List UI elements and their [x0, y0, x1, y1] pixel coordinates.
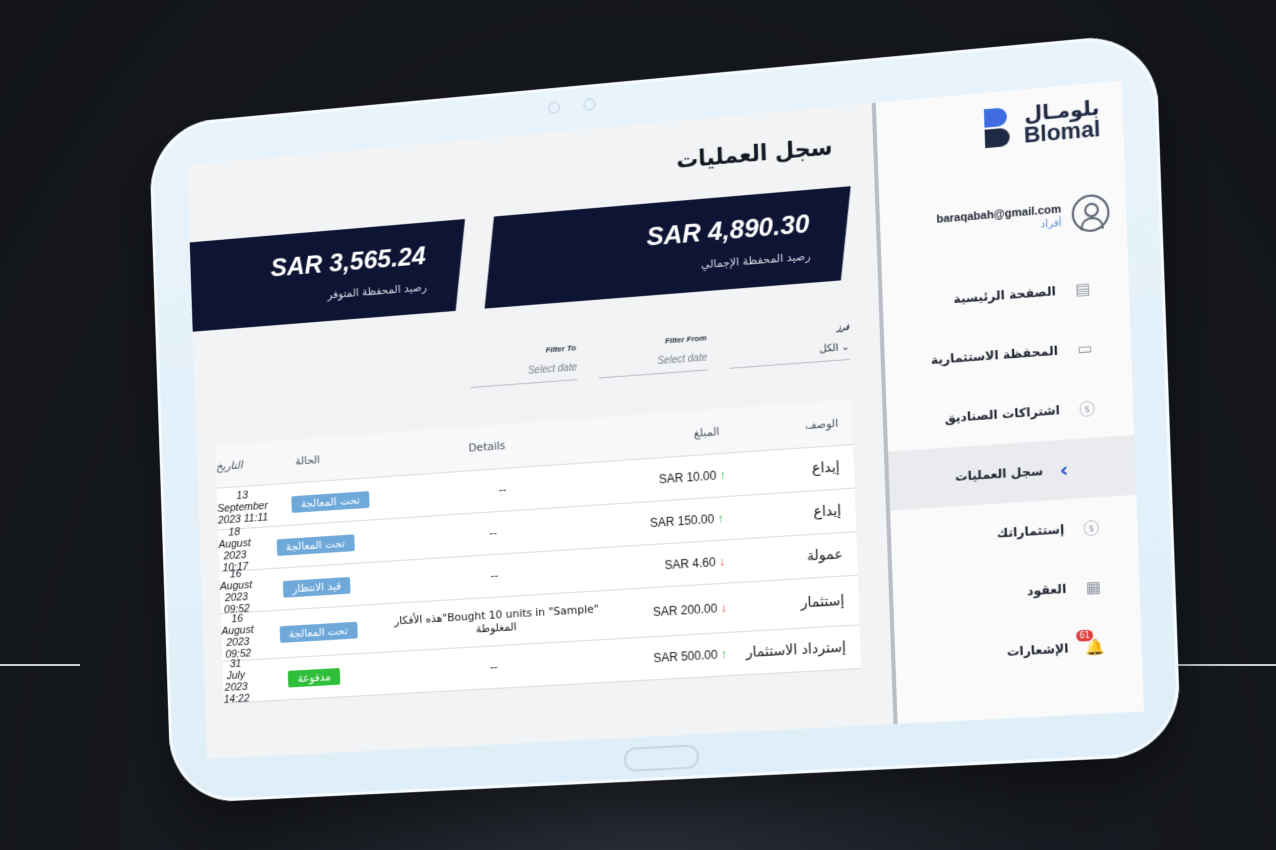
- sidebar-item-label: الإشعارات: [1007, 641, 1069, 659]
- sidebar-item-label: سجل العمليات: [955, 464, 1043, 484]
- chevron-left-icon: ‹: [1059, 457, 1068, 482]
- row-amount: SAR 4.60 ↓: [609, 555, 726, 576]
- arrow-down-icon: ↓: [720, 601, 726, 615]
- wallet-icon: ▭: [1074, 339, 1096, 359]
- row-details: --: [380, 519, 608, 547]
- total-balance-value: SAR 4,890.30: [646, 208, 810, 253]
- arrow-down-icon: ↓: [719, 555, 725, 569]
- filter-from-input[interactable]: Select date: [598, 352, 707, 371]
- sidebar-item-label: الصفحة الرئيسية: [953, 284, 1056, 306]
- dollar-icon: ⓢ: [1076, 397, 1098, 420]
- row-date: 16 August 2023 09:52: [219, 567, 253, 616]
- sidebar-nav: الصفحة الرئيسية ▤ المحفظة الاستثمارية ▭ …: [882, 256, 1143, 688]
- brand-logo[interactable]: بلومـال Blomal: [983, 97, 1100, 150]
- status-badge: مدفوعة: [288, 667, 341, 687]
- header-desc: الوصف: [719, 415, 853, 437]
- row-details: --: [393, 476, 613, 504]
- avatar: [1071, 193, 1110, 233]
- chevron-down-icon: ⌄: [838, 342, 850, 354]
- available-balance-label: رصيد المحفظة المتوفر: [271, 281, 427, 306]
- notification-count-badge: 61: [1076, 630, 1093, 642]
- row-desc: إسترداد الاستثمار: [727, 639, 861, 663]
- home-button[interactable]: [623, 744, 699, 772]
- arrow-up-icon: ↑: [721, 647, 727, 661]
- filters-bar: Filter To Select date Filter From Select…: [469, 322, 850, 388]
- bell-icon: 🔔 61: [1085, 637, 1107, 657]
- page-title: سجل العمليات: [676, 135, 833, 174]
- row-details: "Bought 10 units in "Sample"هذه الأفكار …: [383, 601, 611, 641]
- row-desc: إيداع: [723, 502, 856, 527]
- status-badge: تحت المعالجة: [291, 491, 370, 513]
- row-amount: SAR 150.00 ↑: [607, 511, 724, 533]
- main-content: سجل العمليات SAR 4,890.30 رصيد المحفظة ا…: [187, 103, 893, 759]
- row-desc: إستثمار: [726, 592, 859, 616]
- sidebar-item-label: إستثماراتك: [997, 522, 1065, 541]
- sort-label: فرز: [728, 322, 849, 340]
- document-icon: ▦: [1083, 577, 1105, 597]
- dollar-icon: ⓢ: [1080, 516, 1102, 539]
- sidebar-item-label: اشتراكات الصناديق: [945, 403, 1061, 425]
- home-icon: ▤: [1072, 279, 1094, 299]
- sidebar-item-notifications[interactable]: الإشعارات 🔔 61: [894, 614, 1142, 687]
- row-date: 31 July 2023 14:22: [222, 658, 249, 706]
- row-amount: SAR 10.00 ↑: [613, 468, 726, 490]
- status-badge: تحت المعالجة: [279, 621, 357, 642]
- camera-icon: [548, 101, 560, 114]
- available-balance-value: SAR 3,565.24: [270, 240, 426, 283]
- sort-dropdown[interactable]: فرز الكل ⌄: [728, 322, 850, 368]
- sort-value: الكل: [819, 342, 839, 355]
- header-date: التاريخ: [216, 458, 243, 473]
- status-badge: قيد الانتظار: [283, 576, 351, 597]
- header-status: الحالة: [242, 449, 373, 471]
- row-date: 13 September 2023 11:11: [217, 488, 269, 526]
- row-amount: SAR 200.00 ↓: [610, 601, 727, 622]
- user-profile[interactable]: baraqabah@gmail.com أفراد: [936, 193, 1110, 244]
- filter-to[interactable]: Filter To Select date: [469, 343, 577, 388]
- row-desc: إيداع: [725, 458, 854, 483]
- arrow-up-icon: ↑: [717, 511, 723, 525]
- filter-from-label: Filter From: [598, 333, 707, 350]
- available-balance-card: SAR 3,565.24 رصيد المحفظة المتوفر: [187, 219, 465, 335]
- row-amount: SAR 500.00 ↑: [609, 647, 727, 668]
- arrow-up-icon: ↑: [720, 468, 726, 482]
- sidebar: بلومـال Blomal baraqabah@gmail.com أفراد…: [872, 81, 1144, 725]
- logo-mark-icon: [983, 107, 1013, 148]
- row-date: 16 August 2023 09:52: [221, 612, 255, 661]
- sidebar-item-label: المحفظة الاستثمارية: [931, 343, 1058, 367]
- filter-to-label: Filter To: [469, 343, 576, 360]
- header-details: Details: [373, 433, 602, 462]
- status-badge: تحت المعالجة: [276, 534, 354, 556]
- header-amount: المبلغ: [602, 424, 720, 445]
- row-details: --: [380, 654, 610, 680]
- decor-line-left: [0, 664, 80, 666]
- tablet-device: بلومـال Blomal baraqabah@gmail.com أفراد…: [149, 32, 1182, 804]
- sidebar-item-label: العقود: [1027, 582, 1067, 599]
- transactions-table: الوصف المبلغ Details الحالة التاريخ إيدا…: [215, 399, 861, 703]
- sensor-icon: [583, 98, 595, 111]
- brand-name-en: Blomal: [1023, 118, 1100, 147]
- row-details: --: [382, 562, 610, 589]
- app-screen: بلومـال Blomal baraqabah@gmail.com أفراد…: [187, 81, 1144, 760]
- filter-to-input[interactable]: Select date: [470, 362, 577, 381]
- total-balance-card: SAR 4,890.30 رصيد المحفظة الإجمالي: [485, 186, 851, 308]
- filter-from[interactable]: Filter From Select date: [598, 333, 708, 378]
- row-desc: عمولة: [725, 545, 858, 569]
- total-balance-label: رصيد المحفظة الإجمالي: [647, 249, 810, 275]
